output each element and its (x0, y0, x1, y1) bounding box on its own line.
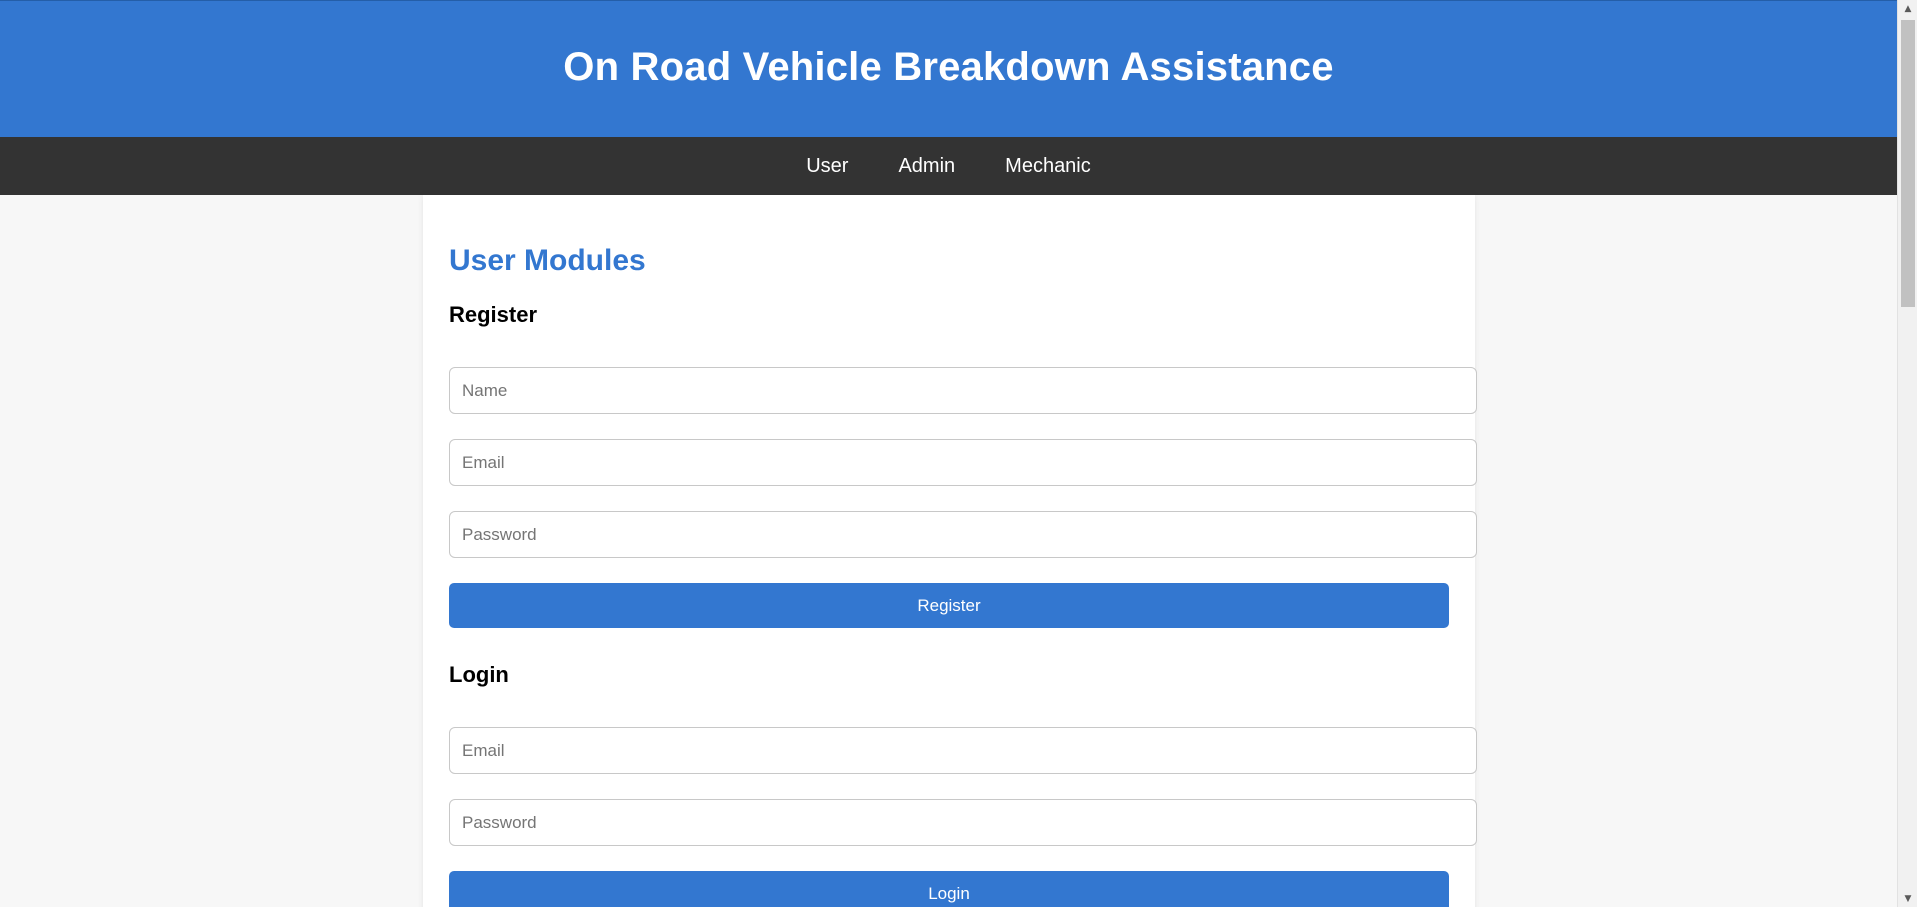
nav-item-admin[interactable]: Admin (898, 155, 955, 178)
module-title: User Modules (449, 244, 646, 277)
browser-viewport: On Road Vehicle Breakdown Assistance Use… (0, 0, 1917, 907)
scroll-down-arrow-icon[interactable]: ▼ (1898, 890, 1917, 907)
login-password-input[interactable] (449, 799, 1477, 846)
nav-item-mechanic[interactable]: Mechanic (1005, 155, 1091, 178)
user-modules-panel: User Modules Register Register Login Log… (423, 195, 1477, 907)
register-password-input[interactable] (449, 511, 1477, 558)
scroll-up-arrow-icon[interactable]: ▲ (1898, 0, 1917, 17)
login-email-input[interactable] (449, 727, 1477, 774)
vertical-scrollbar[interactable]: ▲ ▼ (1897, 0, 1917, 907)
register-heading: Register (449, 302, 538, 327)
register-email-input[interactable] (449, 439, 1477, 486)
nav-item-user[interactable]: User (806, 155, 848, 178)
register-name-input[interactable] (449, 367, 1477, 414)
site-header: On Road Vehicle Breakdown Assistance (0, 0, 1897, 137)
main-nav: User Admin Mechanic (0, 137, 1897, 195)
scrollbar-thumb[interactable] (1901, 20, 1915, 307)
register-button[interactable]: Register (449, 583, 1449, 628)
login-heading: Login (449, 662, 509, 687)
site-title: On Road Vehicle Breakdown Assistance (563, 44, 1334, 89)
page: On Road Vehicle Breakdown Assistance Use… (0, 0, 1897, 907)
login-button[interactable]: Login (449, 871, 1449, 907)
